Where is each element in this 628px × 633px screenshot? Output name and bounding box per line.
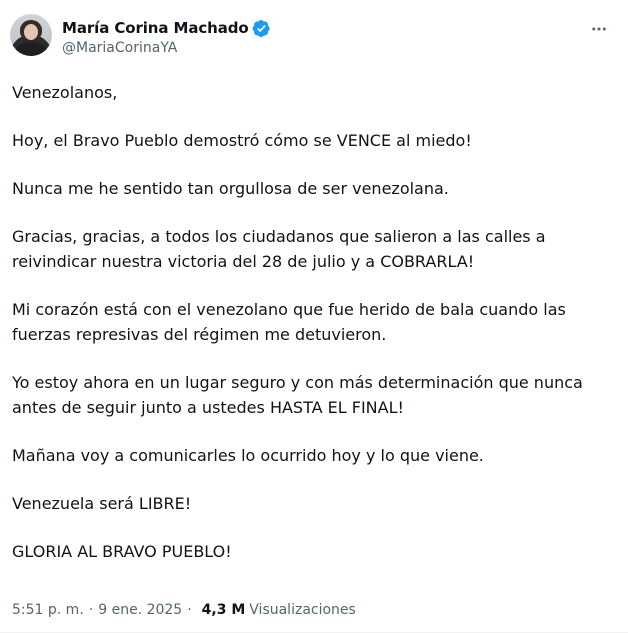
author-handle[interactable]: @MariaCorinaYA bbox=[62, 40, 271, 56]
views-label: Visualizaciones bbox=[249, 602, 356, 618]
avatar-body bbox=[15, 42, 47, 56]
verified-badge-icon[interactable] bbox=[252, 19, 271, 38]
tweet-time[interactable]: 5:51 p. m. bbox=[12, 602, 84, 618]
tweet-text: Venezolanos, Hoy, el Bravo Pueblo demost… bbox=[12, 80, 612, 587]
tweet-paragraph: Nunca me he sentido tan orgullosa de ser… bbox=[12, 179, 449, 198]
tweet-date[interactable]: 9 ene. 2025 bbox=[98, 602, 182, 618]
author-info: María Corina Machado @MariaCorinaYA bbox=[62, 18, 271, 56]
meta-separator: · bbox=[88, 602, 94, 618]
author-display-name[interactable]: María Corina Machado bbox=[62, 19, 249, 37]
more-horizontal-icon[interactable] bbox=[586, 16, 612, 42]
tweet-header: María Corina Machado @MariaCorinaYA bbox=[10, 14, 620, 66]
tweet-paragraph: Gracias, gracias, a todos los ciudadanos… bbox=[12, 227, 546, 271]
tweet-card: María Corina Machado @MariaCorinaYA Vene… bbox=[0, 0, 628, 633]
author-name-row: María Corina Machado bbox=[62, 18, 271, 38]
avatar[interactable] bbox=[10, 14, 52, 56]
tweet-paragraph: Yo estoy ahora en un lugar seguro y con … bbox=[12, 373, 583, 417]
avatar-face bbox=[24, 24, 38, 40]
tweet-paragraph: GLORIA AL BRAVO PUEBLO! bbox=[12, 542, 232, 561]
views-count: 4,3 M bbox=[201, 602, 246, 618]
tweet-paragraph: Mañana voy a comunicarles lo ocurrido ho… bbox=[12, 446, 484, 465]
tweet-paragraph: Mi corazón está con el venezolano que fu… bbox=[12, 300, 566, 344]
tweet-paragraph: Hoy, el Bravo Pueblo demostró cómo se VE… bbox=[12, 131, 472, 150]
tweet-paragraph: Venezolanos, bbox=[12, 83, 118, 102]
tweet-meta: 5:51 p. m. · 9 ene. 2025 · 4,3 M Visuali… bbox=[12, 602, 356, 618]
meta-separator: · bbox=[187, 602, 192, 618]
tweet-paragraph: Venezuela será LIBRE! bbox=[12, 494, 192, 513]
